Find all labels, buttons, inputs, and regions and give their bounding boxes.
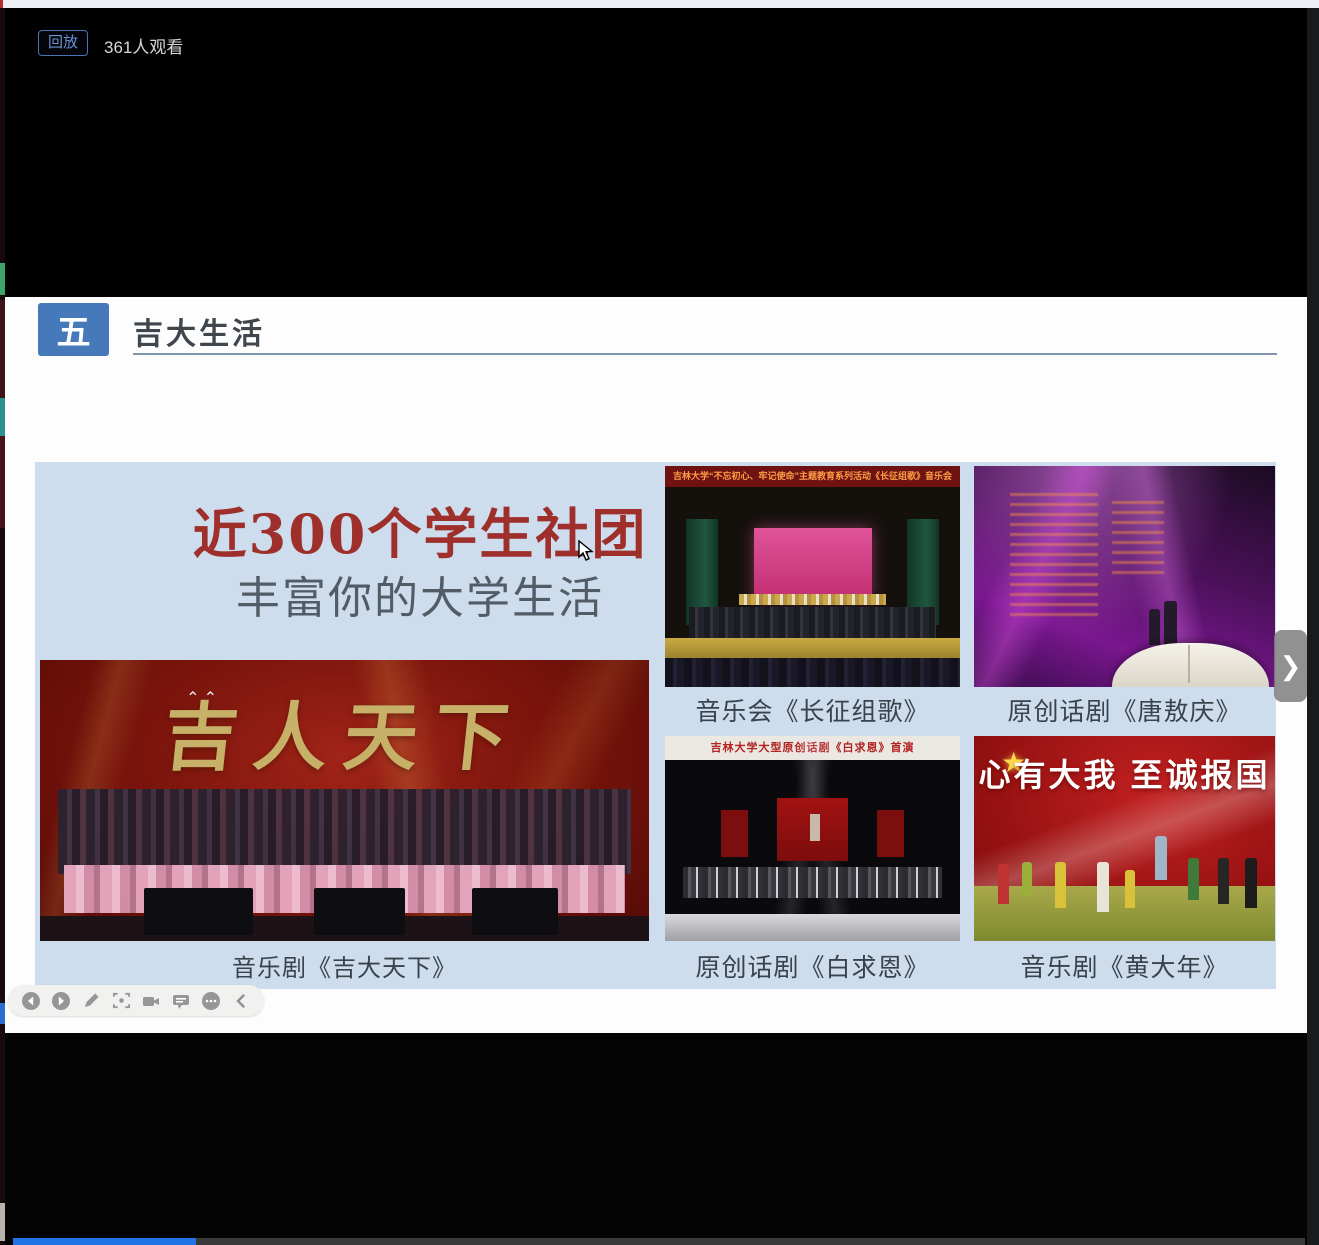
slide-content-panel: 近300个学生社团 丰富你的大学生活 ⌃⌃ 吉人天下 音乐剧《吉大天下》 吉林大… (35, 462, 1276, 989)
video-letterbox-bottom (5, 1033, 1307, 1245)
camera-icon[interactable] (140, 990, 162, 1012)
stage-monitor (144, 888, 254, 936)
stage-monitor (314, 888, 405, 936)
performer-figure (1022, 862, 1032, 896)
title-underline (133, 353, 1277, 355)
photo-musical-huang-danian: ★ 心有大我 至诚报国 (974, 736, 1275, 941)
cast-lineup (683, 867, 943, 898)
photo-caption: 原创话剧《白求恩》 (665, 948, 960, 984)
choir-row (739, 594, 887, 605)
mouse-cursor (578, 540, 594, 562)
playback-progress-bar[interactable] (13, 1238, 1305, 1245)
stage-monitor (472, 888, 557, 936)
stage-front-edge (665, 638, 960, 658)
red-backdrop-panel (877, 810, 904, 857)
window-right-edge (1307, 8, 1319, 1245)
photo-caption: 原创话剧《唐敖庆》 (974, 692, 1275, 728)
photo-drama-baiqiuen: 吉林大学大型原创话剧《白求恩》首演 (665, 736, 960, 941)
player-toolbar (8, 985, 264, 1016)
next-slide-button[interactable]: ❯ (1274, 630, 1307, 702)
play-icon[interactable] (50, 990, 72, 1012)
performer-figure (1188, 858, 1199, 900)
photo-drama-tang-aoqing (974, 466, 1275, 687)
photo-overlay-title: 吉人天下 (40, 678, 649, 785)
photo-caption: 音乐会《长征组歌》 (665, 692, 960, 728)
collapse-icon[interactable] (230, 990, 252, 1012)
section-number-badge: 五 (38, 303, 109, 356)
photo-overlay-title: 心有大我 至诚报国 (974, 750, 1275, 796)
projected-formulas (1010, 493, 1098, 621)
book-crease (1188, 645, 1190, 683)
headline-block: 近300个学生社团 丰富你的大学生活 (175, 502, 665, 626)
performer-figure (1245, 858, 1257, 908)
viewer-count: 361人观看 (104, 33, 183, 58)
performer-figure (1125, 870, 1135, 908)
photo-concert-changzheng: 吉林大学“不忘初心、牢记使命”主题教育系列活动《长征组歌》音乐会 (665, 466, 960, 687)
performer-figure (998, 864, 1009, 904)
red-backdrop-panel (721, 810, 748, 857)
photo-caption: 音乐剧《黄大年》 (974, 948, 1275, 984)
playback-progress-fill (13, 1238, 196, 1245)
stage-screen (754, 528, 872, 599)
statue-prop (810, 814, 820, 841)
more-icon[interactable] (200, 990, 222, 1012)
actor-figure (1164, 601, 1177, 645)
slide-title: 吉大生活 (133, 309, 265, 353)
actor-figure (1149, 609, 1160, 645)
pencil-icon[interactable] (80, 990, 102, 1012)
presentation-slide: 五 吉大生活 近300个学生社团 丰富你的大学生活 ⌃⌃ 吉人天下 音乐剧《吉大… (5, 297, 1307, 1033)
subheadline-text: 丰富你的大学生活 (175, 571, 665, 626)
photo-banner-text: 吉林大学“不忘初心、牢记使命”主题教育系列活动《长征组歌》音乐会 (665, 466, 960, 487)
stage-floor (665, 914, 960, 941)
chat-icon[interactable] (170, 990, 192, 1012)
photo-musical-jida-tianxia: ⌃⌃ 吉人天下 (40, 660, 649, 941)
audience-silhouettes (665, 658, 960, 687)
photo-caption: 音乐剧《吉大天下》 (40, 948, 649, 983)
choir-crowd (58, 789, 630, 873)
window-edge-mark (0, 0, 3, 8)
replay-badge: 回放 (38, 30, 88, 56)
previous-icon[interactable] (20, 990, 42, 1012)
performer-figure (1055, 862, 1066, 908)
performer-figure (1218, 858, 1229, 904)
video-letterbox-top (5, 8, 1307, 297)
performer-figure (1097, 862, 1109, 912)
orchestra-row (689, 607, 937, 638)
focus-icon[interactable] (110, 990, 132, 1012)
projected-formulas (1112, 501, 1164, 576)
window-top-strip (0, 0, 1319, 8)
performer-figure (1155, 836, 1167, 880)
